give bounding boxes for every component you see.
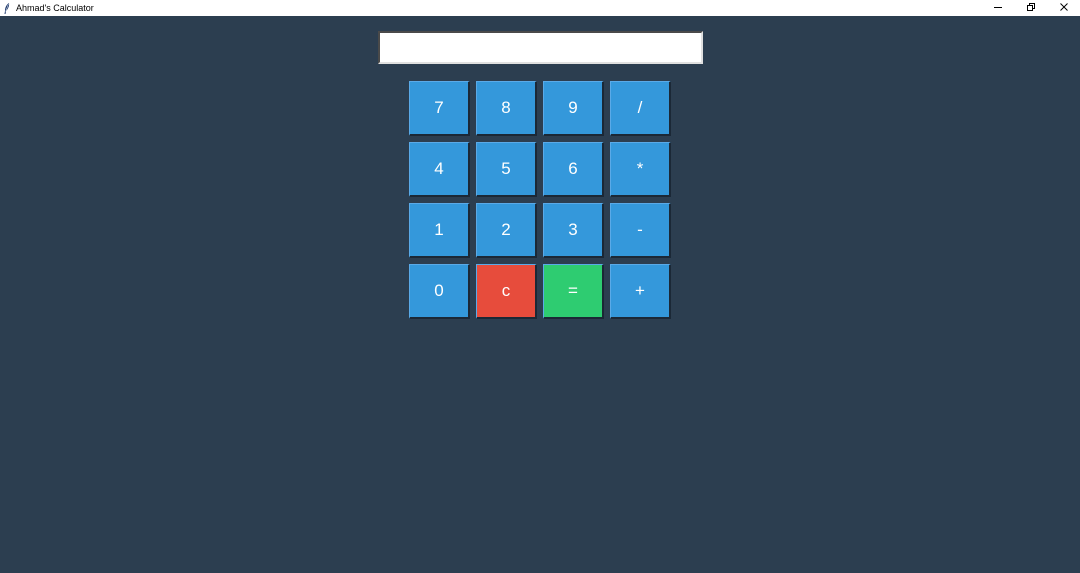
key-6-button[interactable]: 6 [543, 142, 604, 197]
clear-button[interactable]: c [476, 264, 537, 319]
key-subtract-button[interactable]: - [610, 203, 671, 258]
calculator-window: Ahmad's Calculator 7 8 9 / 4 5 6 * 1 2 3… [0, 0, 1080, 573]
minimize-icon [993, 0, 1003, 17]
key-8-button[interactable]: 8 [476, 81, 537, 136]
keypad: 7 8 9/ 4 5 6 * 1 2 3- 0 c = + [409, 81, 671, 319]
key-multiply-button[interactable]: * [610, 142, 671, 197]
equals-button[interactable]: = [543, 264, 604, 319]
window-title: Ahmad's Calculator [16, 3, 94, 13]
key-divide-button[interactable]: / [610, 81, 671, 136]
calculator-display-input[interactable] [378, 31, 703, 64]
close-button[interactable] [1047, 0, 1080, 16]
key-2-button[interactable]: 2 [476, 203, 537, 258]
minimize-button[interactable] [981, 0, 1014, 16]
key-1-button[interactable]: 1 [409, 203, 470, 258]
title-bar[interactable]: Ahmad's Calculator [0, 0, 1080, 16]
key-5-button[interactable]: 5 [476, 142, 537, 197]
window-controls [981, 0, 1080, 16]
key-0-button[interactable]: 0 [409, 264, 470, 319]
key-4-button[interactable]: 4 [409, 142, 470, 197]
restore-button[interactable] [1014, 0, 1047, 16]
key-9-button[interactable]: 9 [543, 81, 604, 136]
key-add-button[interactable]: + [610, 264, 671, 319]
key-3-button[interactable]: 3 [543, 203, 604, 258]
feather-icon [4, 2, 10, 14]
key-7-button[interactable]: 7 [409, 81, 470, 136]
close-icon [1059, 0, 1069, 17]
restore-icon [1026, 0, 1036, 17]
